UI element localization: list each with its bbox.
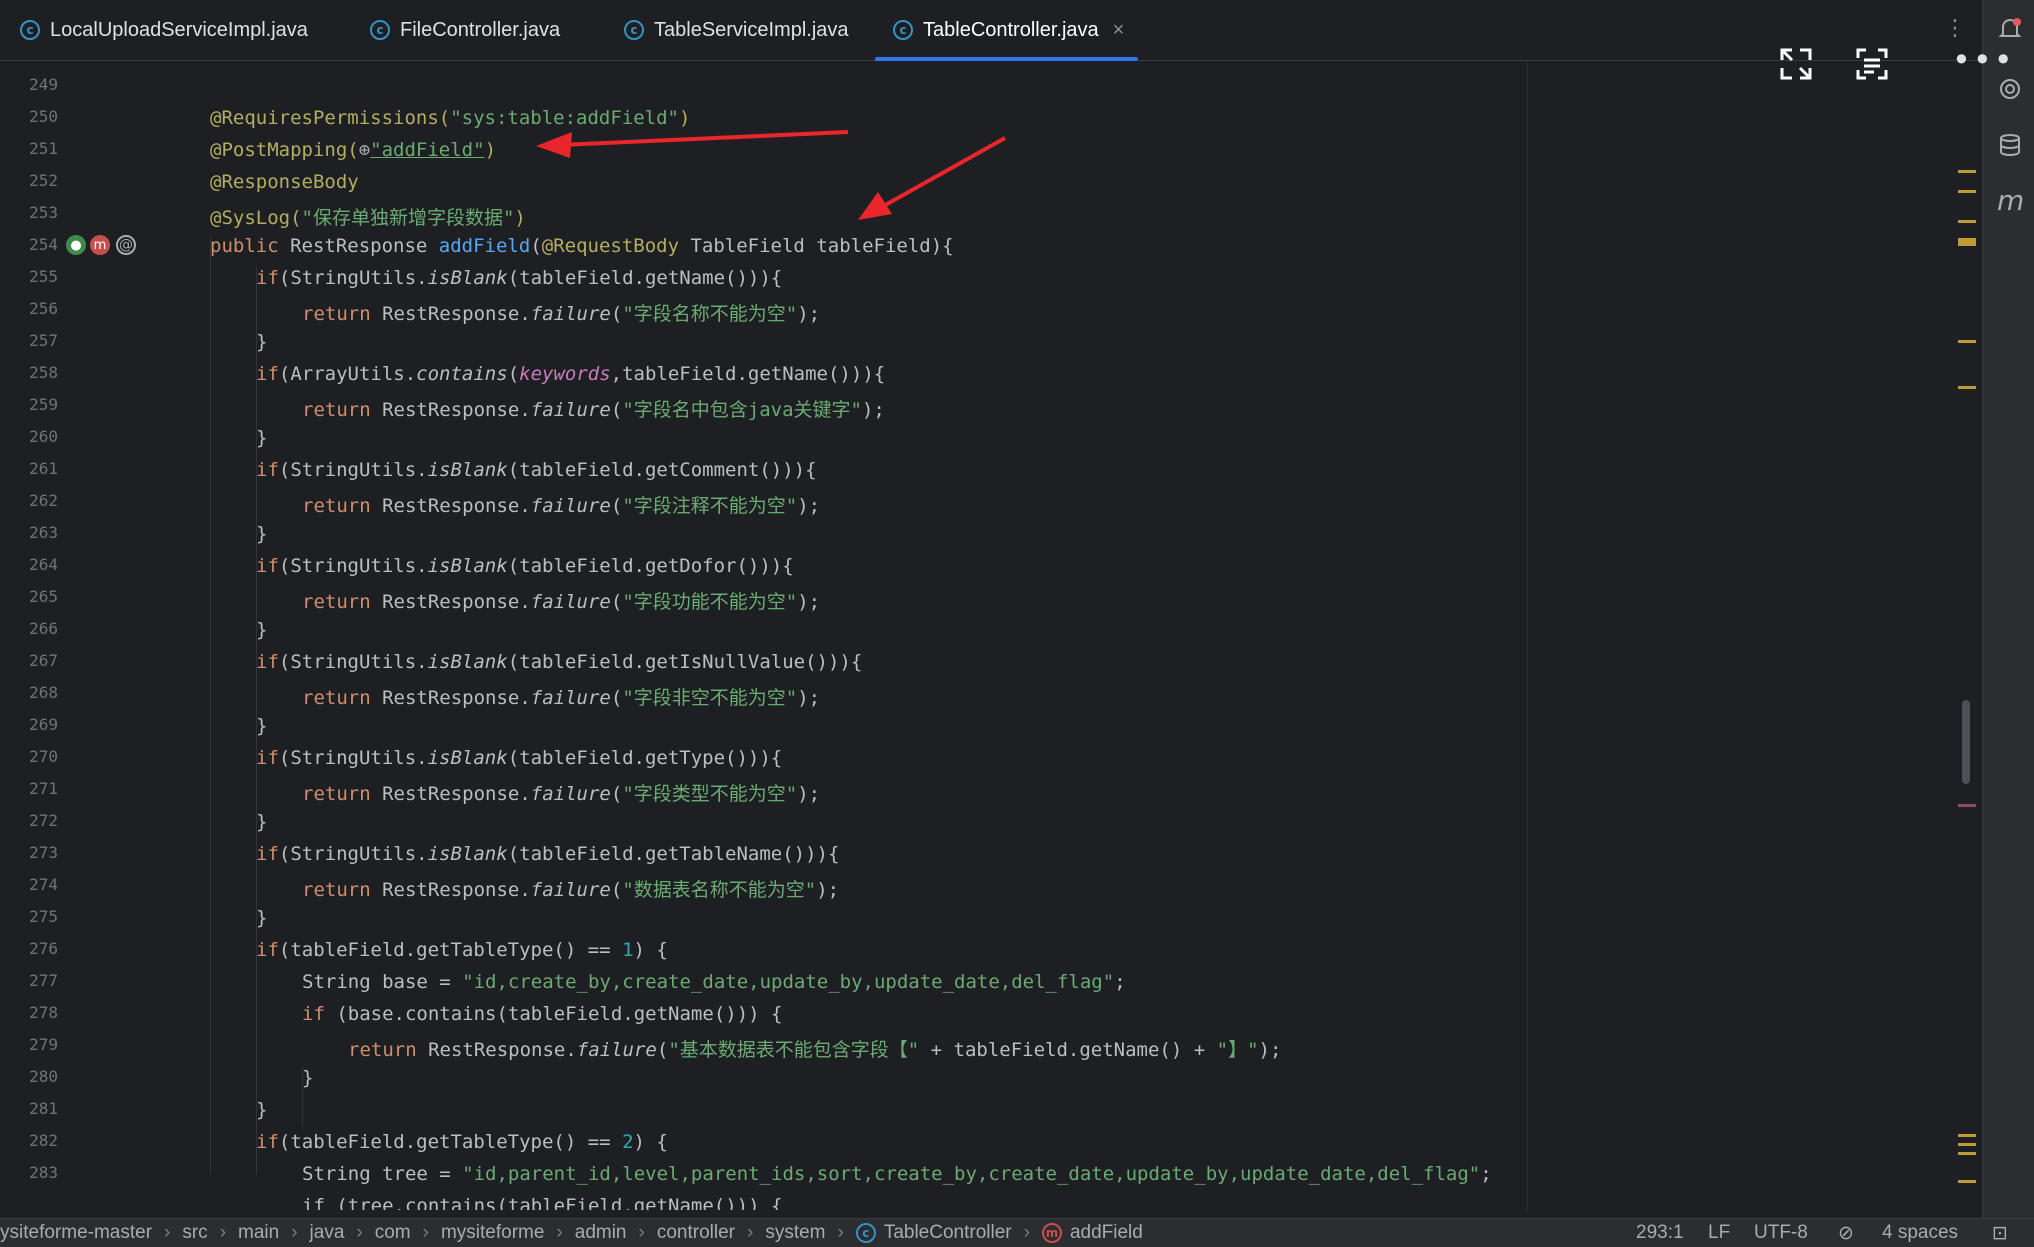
breadcrumb-item[interactable]: mysiteforme — [441, 1222, 544, 1244]
indent-setting[interactable]: 4 spaces — [1882, 1222, 1958, 1244]
arrow-to-method — [858, 136, 1006, 220]
cursor-position[interactable]: 293:1 — [1636, 1222, 1684, 1244]
breadcrumb-item[interactable]: system — [765, 1222, 825, 1244]
class-icon: c — [855, 1223, 876, 1243]
inspection-icon[interactable]: ⊘ — [1838, 1222, 1854, 1244]
breadcrumb-item[interactable]: admin — [575, 1222, 627, 1244]
breadcrumb-separator: › — [556, 1222, 563, 1243]
breadcrumb-separator: › — [837, 1222, 844, 1243]
breadcrumb-separator: › — [291, 1222, 298, 1243]
breadcrumb-separator: › — [219, 1222, 227, 1243]
breadcrumb-separator: › — [638, 1222, 645, 1243]
breadcrumb-item[interactable]: java — [310, 1222, 345, 1244]
breadcrumb-separator: › — [356, 1222, 363, 1243]
breadcrumb-item[interactable]: src — [182, 1222, 207, 1244]
method-icon: m — [1041, 1223, 1062, 1243]
breadcrumb-separator: › — [1023, 1222, 1030, 1243]
line-separator[interactable]: LF — [1708, 1222, 1730, 1244]
file-encoding[interactable]: UTF-8 — [1754, 1222, 1808, 1244]
breadcrumb: ysiteforme-master › src › main › java › com ›… — [0, 1222, 1143, 1244]
annotation-arrows — [536, 130, 1006, 220]
breadcrumb-item[interactable]: ysiteforme-master — [0, 1222, 152, 1244]
breadcrumb-item[interactable]: addField — [1070, 1222, 1143, 1244]
status-bar: ysiteforme-master › src › main › java › com ›… — [0, 1218, 2034, 1247]
breadcrumb-item[interactable]: TableController — [884, 1222, 1012, 1244]
breadcrumb-separator: › — [422, 1222, 429, 1243]
breadcrumb-item[interactable]: com — [375, 1222, 411, 1244]
arrow-to-postmapping — [536, 130, 849, 158]
breadcrumb-separator: › — [164, 1222, 171, 1243]
breadcrumb-separator: › — [746, 1222, 754, 1243]
breadcrumb-item[interactable]: main — [238, 1222, 279, 1244]
breadcrumb-item[interactable]: controller — [657, 1222, 735, 1244]
lock-icon[interactable]: ⊡ — [1992, 1222, 2008, 1244]
